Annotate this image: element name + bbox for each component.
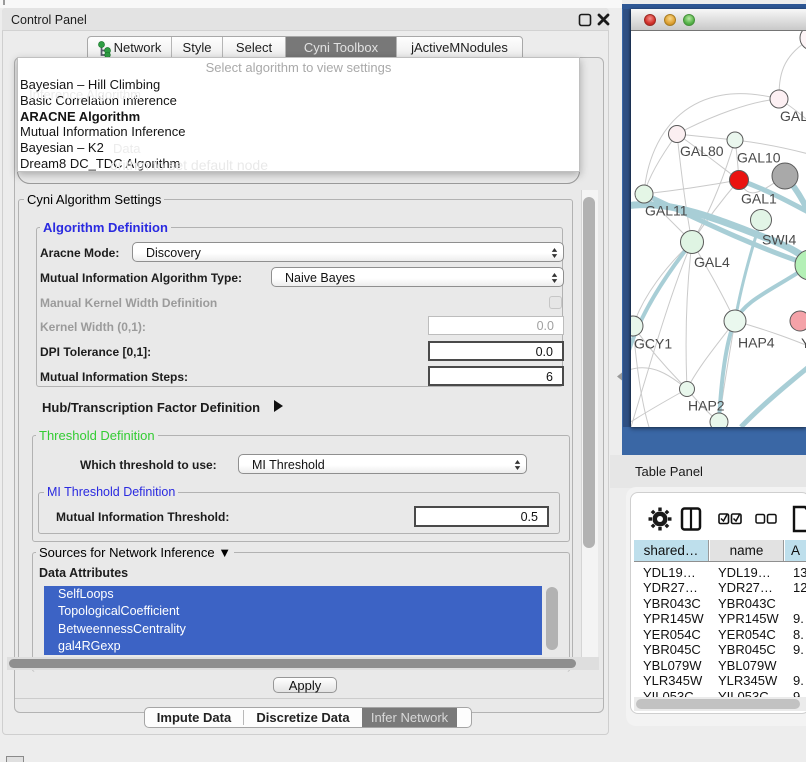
svg-text:YJL: YJL: [801, 335, 806, 351]
svg-text:HAP2: HAP2: [688, 398, 725, 414]
svg-text:GAL1: GAL1: [741, 191, 777, 207]
svg-text:SWI4: SWI4: [762, 232, 796, 248]
svg-text:GAL4: GAL4: [694, 254, 730, 270]
svg-text:GCY1: GCY1: [634, 336, 672, 352]
svg-text:HAP4: HAP4: [738, 335, 775, 351]
svg-text:GAL80: GAL80: [680, 143, 724, 159]
svg-text:GAL11: GAL11: [645, 203, 688, 219]
svg-text:GAL10: GAL10: [737, 150, 781, 166]
svg-text:GAL7: GAL7: [780, 108, 806, 124]
